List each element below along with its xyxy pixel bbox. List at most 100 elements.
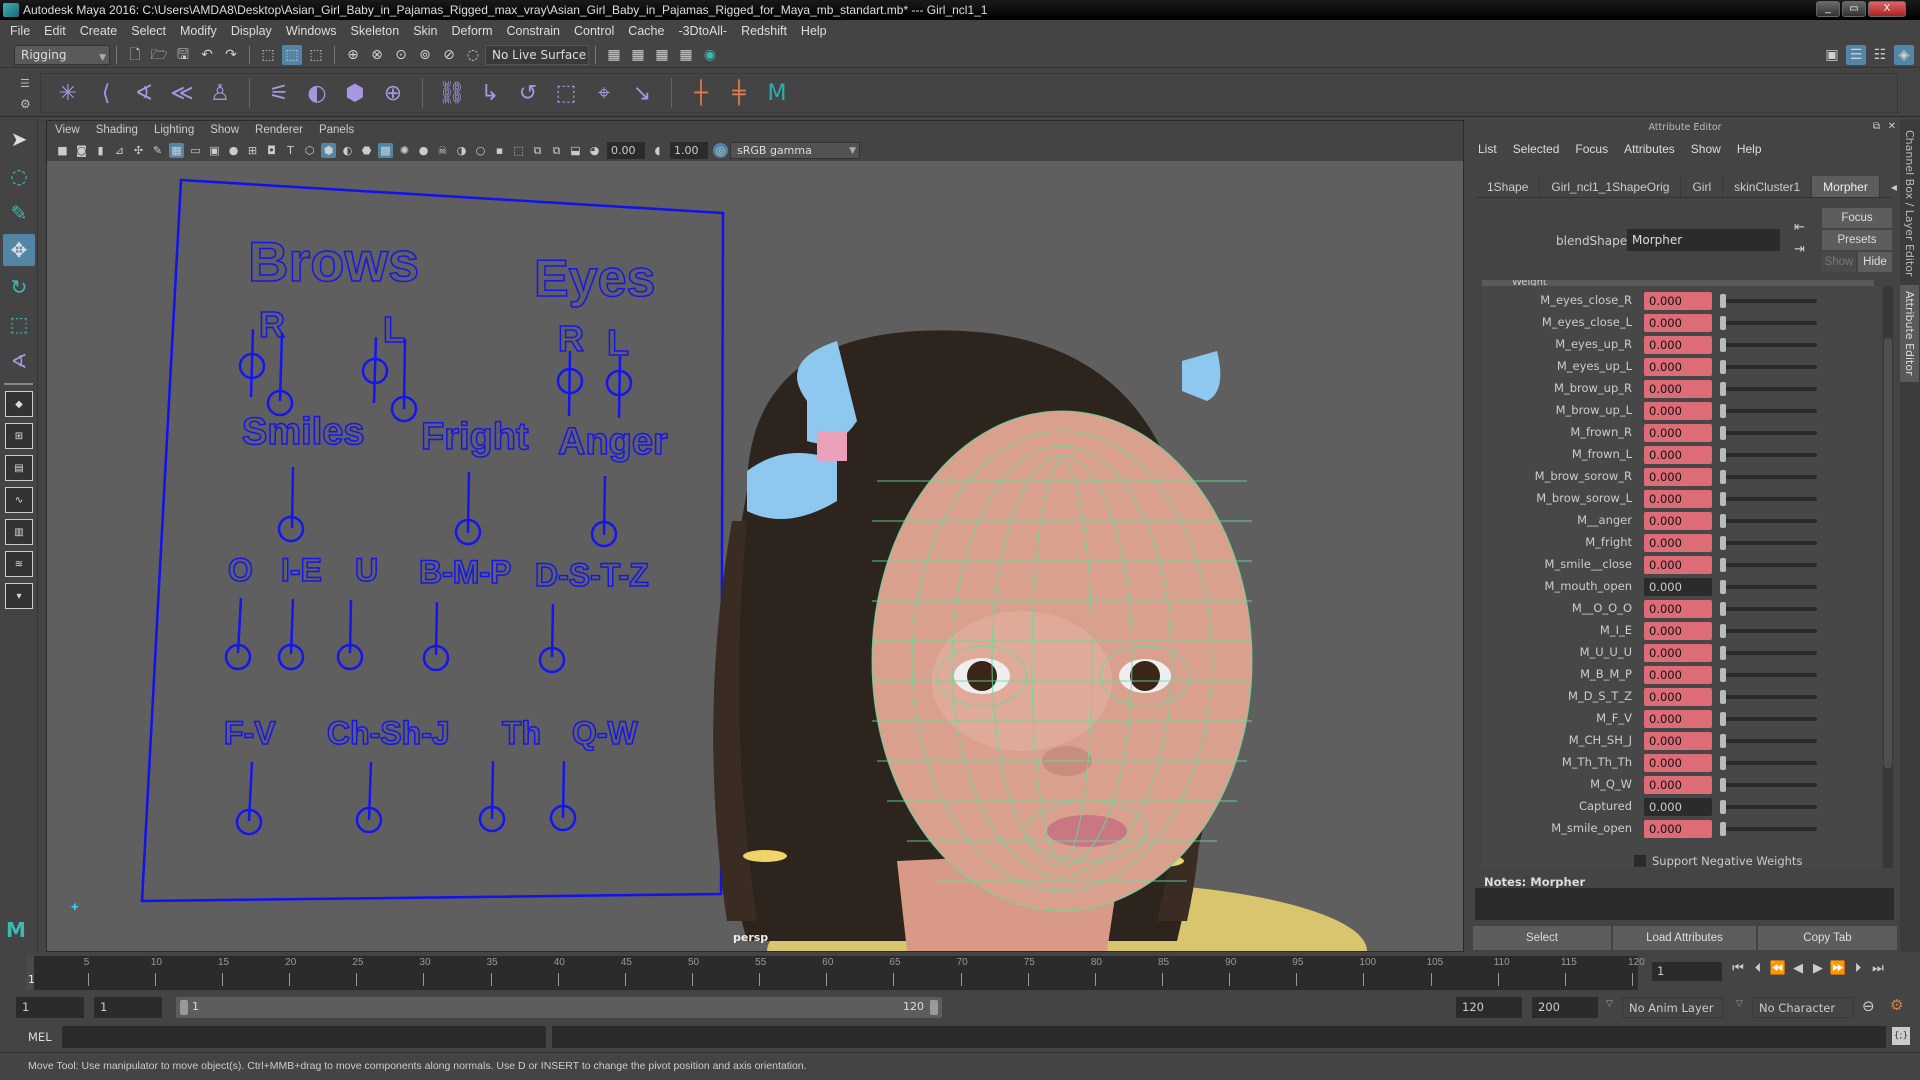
character-set-dropdown-icon[interactable]: ▽ (1736, 999, 1743, 1009)
field-chart-icon[interactable]: ⊞ (245, 143, 260, 158)
save-scene-icon[interactable]: 🖫 (173, 45, 193, 65)
menu-display[interactable]: Display (231, 24, 272, 38)
weight-slider[interactable] (1722, 497, 1817, 501)
weight-value-field[interactable]: 0.000 (1644, 798, 1712, 816)
weight-value-field[interactable]: 0.000 (1644, 732, 1712, 750)
weight-slider-thumb[interactable] (1720, 294, 1726, 308)
menu-skeleton[interactable]: Skeleton (351, 24, 400, 38)
ae-menu-attributes[interactable]: Attributes (1624, 142, 1675, 156)
vp-menu-panels[interactable]: Panels (319, 124, 354, 136)
weight-value-field[interactable]: 0.000 (1644, 446, 1712, 464)
playback-start-field[interactable]: 1 (94, 997, 162, 1018)
weight-slider-thumb[interactable] (1720, 536, 1726, 550)
exposure-field[interactable]: 0.00 (607, 141, 645, 159)
move-tool-icon[interactable]: ✥ (3, 234, 35, 266)
play-backwards-icon[interactable]: ◀ (1788, 961, 1808, 976)
weight-slider-thumb[interactable] (1720, 602, 1726, 616)
step-back-frame-icon[interactable]: ⏴ (1748, 961, 1768, 976)
input-connection-icon[interactable]: ⇤ (1794, 220, 1805, 235)
weight-slider[interactable] (1722, 343, 1817, 347)
grid-icon[interactable]: ▦ (169, 142, 184, 158)
weight-slider-thumb[interactable] (1720, 646, 1726, 660)
snap-grid-icon[interactable]: ⊕ (343, 45, 363, 65)
weight-slider[interactable] (1722, 761, 1817, 765)
image-plane-icon[interactable]: ⊿ (112, 143, 127, 158)
go-to-end-icon[interactable]: ⏭ (1868, 961, 1888, 976)
bookmark-icon[interactable]: ▮ (93, 143, 108, 158)
weight-value-field[interactable]: 0.000 (1644, 622, 1712, 640)
output-connection-icon[interactable]: ⇥ (1794, 242, 1805, 257)
xray-icon[interactable]: ⧉ (530, 143, 545, 158)
paint-weights-icon[interactable]: ⚟ (263, 77, 295, 109)
step-forward-key-icon[interactable]: ⏩ (1828, 961, 1848, 976)
gate-mask-icon[interactable]: ● (226, 143, 241, 158)
ipr-render-icon[interactable]: ▦ (652, 45, 672, 65)
resolution-gate-icon[interactable]: ▣ (207, 143, 222, 158)
menu-modify[interactable]: Modify (180, 24, 217, 38)
ae-menu-show[interactable]: Show (1691, 142, 1721, 156)
bind-skin-icon[interactable]: ≪ (166, 77, 198, 109)
weight-value-field[interactable]: 0.000 (1644, 754, 1712, 772)
animation-preferences-icon[interactable]: ⚙ (1890, 996, 1903, 1014)
weight-slider-thumb[interactable] (1720, 426, 1726, 440)
weight-slider-thumb[interactable] (1720, 734, 1726, 748)
menuset-dropdown[interactable]: Rigging ▼ (14, 44, 110, 65)
cluster-icon[interactable]: ⊕ (377, 77, 409, 109)
weight-slider[interactable] (1722, 299, 1817, 303)
single-perspective-layout-icon[interactable]: ◆ (5, 391, 33, 417)
weight-slider[interactable] (1722, 387, 1817, 391)
weight-slider-thumb[interactable] (1720, 558, 1726, 572)
weight-slider[interactable] (1722, 453, 1817, 457)
float-panel-icon[interactable]: ⧉ (1873, 121, 1880, 132)
ae-menu-help[interactable]: Help (1737, 142, 1762, 156)
notes-field[interactable] (1475, 888, 1894, 920)
playback-end-field[interactable]: 120 (1456, 997, 1522, 1018)
weight-slider[interactable] (1722, 739, 1817, 743)
ae-menu-list[interactable]: List (1478, 142, 1497, 156)
weight-value-field[interactable]: 0.000 (1644, 556, 1712, 574)
weight-slider-thumb[interactable] (1720, 668, 1726, 682)
pole-vector-icon[interactable]: ↘ (626, 77, 658, 109)
locator-parent-icon[interactable]: ╪ (723, 77, 755, 109)
weight-slider[interactable] (1722, 409, 1817, 413)
wireframe-icon[interactable]: ⬡ (302, 143, 317, 158)
last-tool-icon[interactable]: ∢ (3, 345, 35, 377)
blendshape-name-field[interactable]: Morpher (1627, 229, 1780, 251)
anim-layer-field[interactable]: No Anim Layer (1622, 997, 1724, 1018)
anim-layer-dropdown-icon[interactable]: ▽ (1606, 999, 1613, 1009)
motion-blur-icon[interactable]: ◑ (454, 143, 469, 158)
snap-projected-icon[interactable]: ⊚ (415, 45, 435, 65)
textured-icon[interactable]: ▩ (378, 142, 393, 158)
hide-button[interactable]: Hide (1858, 252, 1892, 272)
select-button[interactable]: Select (1473, 926, 1611, 950)
open-scene-icon[interactable]: 🗁 (149, 45, 169, 65)
weight-slider[interactable] (1722, 321, 1817, 325)
wireframe-on-shaded-icon[interactable]: ⬣ (359, 143, 374, 158)
grease-pencil-icon[interactable]: ✎ (150, 143, 165, 158)
weight-slider-thumb[interactable] (1720, 404, 1726, 418)
ae-menu-focus[interactable]: Focus (1575, 142, 1608, 156)
paint-select-tool-icon[interactable]: ✎ (3, 197, 35, 229)
weight-slider-thumb[interactable] (1720, 624, 1726, 638)
view-transform-dropdown[interactable]: sRGB gamma ▼ (730, 141, 860, 159)
snap-view-plane-icon[interactable]: ⊘ (439, 45, 459, 65)
more-layouts-icon[interactable]: ▾ (5, 583, 33, 609)
weight-slider[interactable] (1722, 431, 1817, 435)
safe-action-icon[interactable]: ◘ (264, 143, 279, 158)
menu-help[interactable]: Help (801, 24, 827, 38)
command-input[interactable] (62, 1026, 546, 1048)
menu-constrain[interactable]: Constrain (507, 24, 561, 38)
point-constraint-icon[interactable]: ↳ (474, 77, 506, 109)
parent-constraint-icon[interactable]: ⛓ (436, 77, 468, 109)
weight-value-field[interactable]: 0.000 (1644, 336, 1712, 354)
weight-slider-thumb[interactable] (1720, 382, 1726, 396)
step-back-key-icon[interactable]: ⏪ (1768, 961, 1788, 976)
weight-slider-thumb[interactable] (1720, 800, 1726, 814)
weight-slider-thumb[interactable] (1720, 448, 1726, 462)
time-slider-track[interactable]: 1 5 10 15 20 25 30 35 40 45 50 55 60 65 70 75 80 85 90 95 1… (26, 956, 1645, 990)
redo-icon[interactable]: ↷ (221, 45, 241, 65)
dope-sheet-layout-icon[interactable]: ≋ (5, 551, 33, 577)
safe-title-icon[interactable]: T (283, 143, 298, 158)
xray-active-components-icon[interactable]: ⬓ (568, 143, 583, 158)
select-hierarchy-icon[interactable]: ⬚ (258, 45, 278, 65)
